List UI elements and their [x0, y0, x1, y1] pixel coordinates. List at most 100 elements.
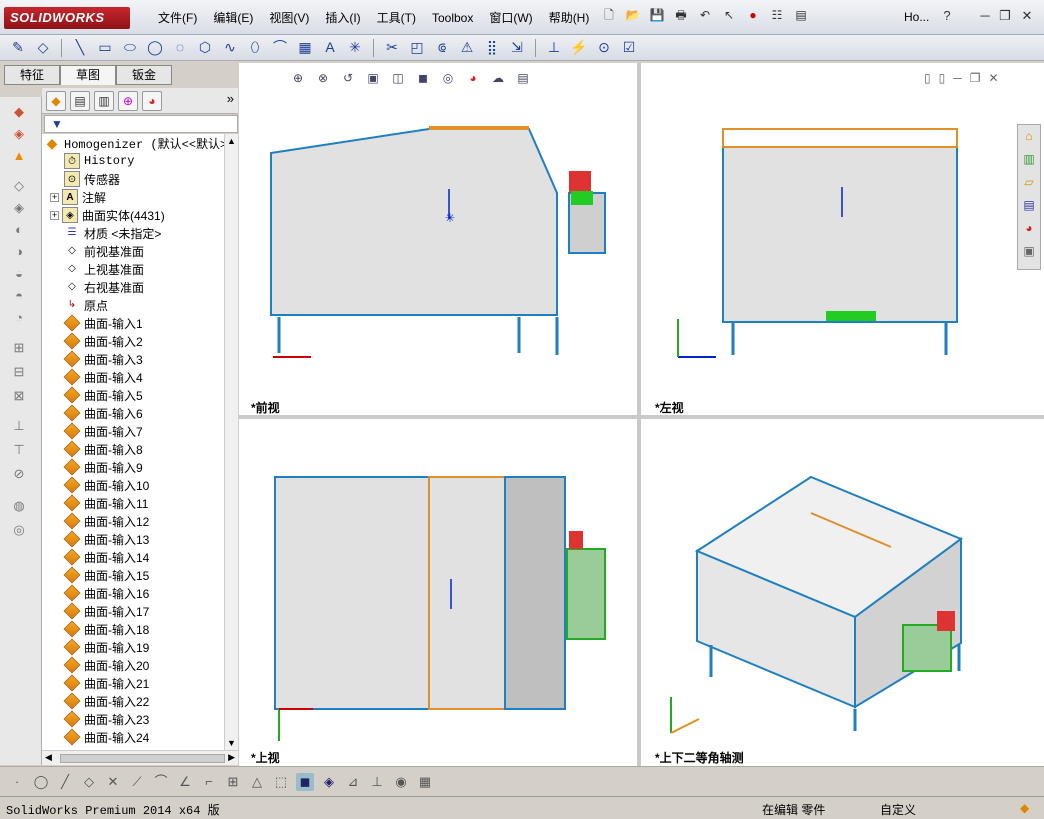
view-settings-icon[interactable]: ▤	[514, 69, 532, 85]
extrude-icon[interactable]: ◆	[10, 103, 28, 121]
cut-revolve-icon[interactable]: ◈	[10, 199, 28, 217]
box-icon[interactable]: ⬚	[272, 773, 290, 791]
tree-item-history[interactable]: ⏱ History	[64, 152, 134, 170]
tree-item-surface[interactable]: 曲面-输入9	[63, 458, 143, 476]
appearance-icon[interactable]: ◕	[464, 69, 482, 85]
expand-panel-icon[interactable]: »	[227, 91, 234, 110]
save-icon[interactable]: 💾	[648, 6, 666, 24]
camera-icon[interactable]: ◉	[392, 773, 410, 791]
select-icon[interactable]: ↖	[720, 6, 738, 24]
status-units[interactable]: 自定义	[880, 801, 916, 818]
tree-item-surface[interactable]: 曲面-输入5	[63, 386, 143, 404]
rectangle-icon[interactable]: ▭	[95, 38, 115, 58]
previous-view-icon[interactable]: ↺	[339, 69, 357, 85]
offset-icon[interactable]: ⟃	[432, 38, 452, 58]
viewport-front[interactable]: ✳ *前视	[239, 93, 637, 415]
tree-item-front-plane[interactable]: ◇ 前视基准面	[64, 242, 144, 260]
surface-icon[interactable]: ◍	[10, 497, 28, 515]
text-icon[interactable]: A	[320, 38, 340, 58]
repair-icon[interactable]: ⚡	[569, 38, 589, 58]
angle-icon[interactable]: ∠	[176, 773, 194, 791]
tree-item-origin[interactable]: ↳ 原点	[64, 296, 108, 314]
rapid-sketch-icon[interactable]: ☑	[619, 38, 639, 58]
scroll-thumb[interactable]	[60, 754, 225, 763]
curves-icon[interactable]: ⊤	[10, 441, 28, 459]
expand-icon[interactable]: +	[50, 192, 59, 202]
viewport-divider-horizontal[interactable]	[239, 415, 1044, 419]
close-viewport-icon[interactable]: ✕	[989, 71, 999, 85]
hole-wizard-icon[interactable]: ⊞	[10, 339, 28, 357]
tree-item-surface[interactable]: 曲面-输入12	[63, 512, 149, 530]
tree-item-surface-bodies[interactable]: + ◈ 曲面实体(4431)	[50, 206, 165, 224]
tile-horizontal-icon[interactable]: ▯	[924, 71, 931, 85]
tree-item-surface[interactable]: 曲面-输入23	[63, 710, 149, 728]
smart-dimension-icon[interactable]: ◇	[33, 38, 53, 58]
design-library-icon[interactable]: ▥	[1019, 150, 1039, 170]
circle-tool-icon[interactable]: ◯	[32, 773, 50, 791]
tab-sheetmetal[interactable]: 钣金	[116, 65, 172, 85]
axis-icon[interactable]: ⊥	[368, 773, 386, 791]
mirror-icon[interactable]: ⚠	[457, 38, 477, 58]
slot-icon[interactable]: ⬭	[120, 38, 140, 58]
rib-icon[interactable]: ◒	[10, 265, 28, 283]
pattern-icon[interactable]: ⣿	[482, 38, 502, 58]
triangle-icon[interactable]: △	[248, 773, 266, 791]
tree-item-annotations[interactable]: + A 注解	[50, 188, 106, 206]
menu-view[interactable]: 视图(V)	[261, 10, 317, 26]
point-tool-icon[interactable]: ·	[8, 773, 26, 791]
new-document-icon[interactable]: 🗋	[600, 6, 618, 24]
menu-insert[interactable]: 插入(I)	[317, 10, 368, 26]
tab-sketch[interactable]: 草图	[60, 65, 116, 85]
fillet-tool-icon[interactable]: ⌒	[152, 773, 170, 791]
maximize-viewport-icon[interactable]: ❐	[970, 71, 981, 85]
restore-icon[interactable]: ❐	[996, 8, 1014, 24]
graphics-area[interactable]: ⊕ ⊗ ↺ ▣ ◫ ◼ ◎ ◕ ☁ ▤ ▯ ▯ ─ ❐ ✕ ✳ *前视 *左视 …	[239, 63, 1044, 766]
intersect-icon[interactable]: ✕	[104, 773, 122, 791]
tree-item-surface[interactable]: 曲面-输入14	[63, 548, 149, 566]
tree-hscrollbar[interactable]: ◀ ▶	[42, 750, 238, 765]
line-icon[interactable]: ╲	[70, 38, 90, 58]
scroll-left-icon[interactable]: ◀	[45, 752, 52, 763]
menu-tools[interactable]: 工具(T)	[369, 10, 424, 26]
appearances-icon[interactable]: ◕	[1019, 219, 1039, 239]
tree-item-material[interactable]: ☰ 材质 <未指定>	[64, 224, 162, 242]
menu-edit[interactable]: 编辑(E)	[205, 10, 261, 26]
file-properties-icon[interactable]: ☷	[768, 6, 786, 24]
table-icon[interactable]: ▦	[416, 773, 434, 791]
tab-features[interactable]: 特征	[4, 65, 60, 85]
menu-help[interactable]: 帮助(H)	[541, 10, 598, 26]
tree-item-surface[interactable]: 曲面-输入15	[63, 566, 149, 584]
convert-entities-icon[interactable]: ◰	[407, 38, 427, 58]
tree-root[interactable]: ◆ Homogenizer (默认<<默认>_	[44, 134, 235, 152]
relations-icon[interactable]: ⊥	[544, 38, 564, 58]
custom-properties-icon[interactable]: ▣	[1019, 242, 1039, 262]
hide-show-icon[interactable]: ◎	[439, 69, 457, 85]
line-tool-icon[interactable]: ╱	[56, 773, 74, 791]
tree-item-surface[interactable]: 曲面-输入19	[63, 638, 149, 656]
measure-icon[interactable]: ⊿	[344, 773, 362, 791]
tree-item-surface[interactable]: 曲面-输入10	[63, 476, 149, 494]
tree-item-surface[interactable]: 曲面-输入24	[63, 728, 149, 746]
reference-geometry-icon[interactable]: ⊥	[10, 417, 28, 435]
polygon-icon[interactable]: ⬡	[195, 38, 215, 58]
ellipse-icon[interactable]: ⬯	[245, 38, 265, 58]
minimize-icon[interactable]: ─	[976, 8, 994, 24]
expand-icon[interactable]: +	[50, 210, 59, 220]
edge-icon[interactable]: ⟋	[128, 773, 146, 791]
tree-item-sensors[interactable]: ⊙ 传感器	[64, 170, 120, 188]
help-icon[interactable]: ?	[938, 8, 956, 24]
scroll-down-icon[interactable]: ▼	[227, 738, 236, 748]
view-orientation-icon[interactable]: ◫	[389, 69, 407, 85]
configuration-manager-icon[interactable]: ▥	[94, 91, 114, 111]
tree-item-surface[interactable]: 曲面-输入16	[63, 584, 149, 602]
tree-item-surface[interactable]: 曲面-输入20	[63, 656, 149, 674]
tree-item-surface[interactable]: 曲面-输入18	[63, 620, 149, 638]
feature-tree-icon[interactable]: ◆	[46, 91, 66, 111]
tree-item-surface[interactable]: 曲面-输入21	[63, 674, 149, 692]
scene-icon[interactable]: ☁	[489, 69, 507, 85]
trim-icon[interactable]: ✂	[382, 38, 402, 58]
point-icon[interactable]: ✳	[345, 38, 365, 58]
circle-icon[interactable]: ◯	[145, 38, 165, 58]
tree-scrollbar[interactable]: ▲ ▼	[224, 134, 238, 750]
polygon-tool-icon[interactable]: ◇	[80, 773, 98, 791]
